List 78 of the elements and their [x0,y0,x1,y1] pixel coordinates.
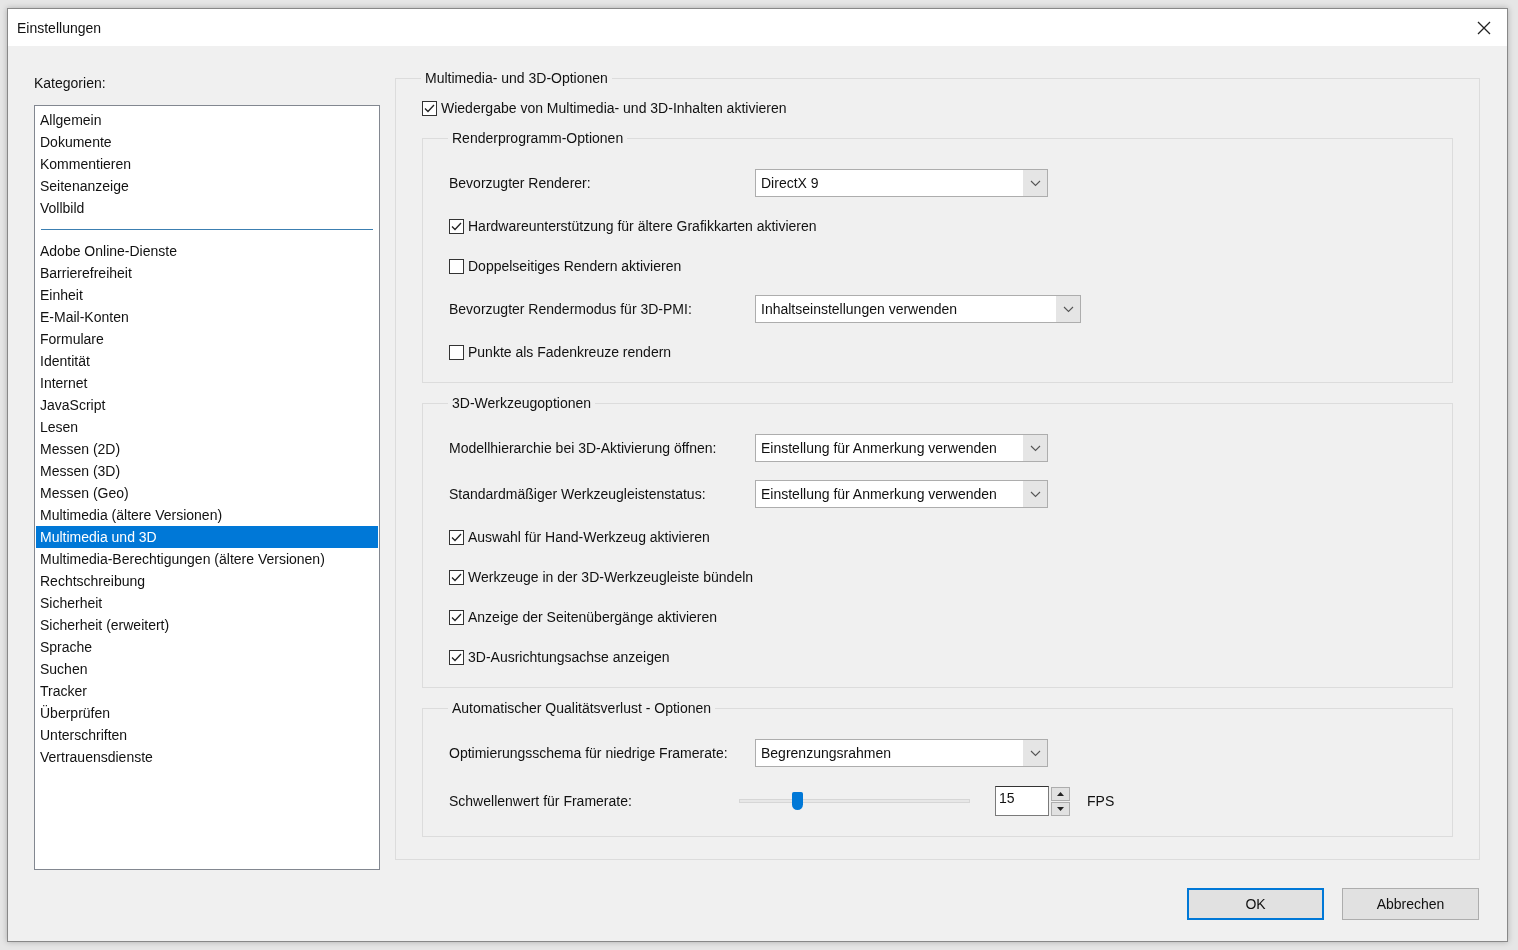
field-label: Modellhierarchie bei 3D-Aktivierung öffnen: [449,440,718,456]
category-item[interactable]: Rechtschreibung [36,570,378,592]
checkbox[interactable] [449,218,464,234]
chevron-down-icon [1062,305,1074,313]
category-item[interactable]: E-Mail-Konten [36,306,378,328]
category-item[interactable]: Tracker [36,680,378,702]
category-item[interactable]: Multimedia (ältere Versionen) [36,504,378,526]
category-item[interactable]: Adobe Online-Dienste [36,240,378,262]
field-label: Bevorzugter Rendermodus für 3D-PMI: [449,301,693,317]
category-item[interactable]: Formulare [36,328,378,350]
category-item[interactable]: Vertrauensdienste [36,746,378,768]
field-label: Optimierungsschema für niedrige Framerate: [449,745,729,761]
dropdown[interactable]: DirectX 9 [755,169,1048,197]
category-item[interactable]: Lesen [36,416,378,438]
chevron-down-icon [1029,490,1041,498]
ok-button[interactable]: OK [1187,888,1324,920]
category-item[interactable]: Identität [36,350,378,372]
dropdown[interactable]: Inhaltseinstellungen verwenden [755,295,1081,323]
checkbox[interactable] [449,344,464,360]
checkbox-label: Auswahl für Hand-Werkzeug aktivieren [468,529,710,545]
number-field[interactable]: 15 [995,786,1049,816]
categories-label: Kategorien: [34,74,107,93]
checkbox[interactable] [449,569,464,585]
field-label: Schwellenwert für Framerate: [449,793,633,809]
checkbox-label: 3D-Ausrichtungsachse anzeigen [468,649,670,665]
unit-label: FPS [1087,793,1115,809]
category-item[interactable]: Sicherheit [36,592,378,614]
checkbox[interactable] [449,609,464,625]
checkbox-label: Wiedergabe von Multimedia- und 3D-Inhalten aktivieren [441,100,787,116]
category-item[interactable]: Allgemein [36,109,378,131]
checkbox[interactable] [449,529,464,545]
category-item[interactable]: JavaScript [36,394,378,416]
category-item[interactable]: Überprüfen [36,702,378,724]
window-title: Einstellungen [17,19,102,36]
category-item[interactable]: Vollbild [36,197,378,219]
checkbox-label: Doppelseitiges Rendern aktivieren [468,258,682,274]
category-item[interactable]: Suchen [36,658,378,680]
checkbox-label: Anzeige der Seitenübergänge aktivieren [468,609,718,625]
category-item[interactable]: Sicherheit (erweitert) [36,614,378,636]
dropdown[interactable]: Einstellung für Anmerkung verwenden [755,434,1048,462]
category-item[interactable]: Unterschriften [36,724,378,746]
slider-track[interactable] [739,792,970,810]
section-title: Multimedia- und 3D-Optionen [424,70,609,86]
field-label: Bevorzugter Renderer: [449,175,592,191]
checkbox[interactable] [449,649,464,665]
category-item[interactable]: Multimedia und 3D [36,526,378,548]
checkbox[interactable] [422,100,437,116]
category-item[interactable]: Barrierefreiheit [36,262,378,284]
chevron-down-icon [1029,444,1041,452]
close-icon [1477,20,1491,35]
chevron-down-icon [1029,179,1041,187]
category-item[interactable]: Messen (2D) [36,438,378,460]
category-item[interactable]: Multimedia-Berechtigungen (ältere Versionen) [36,548,378,570]
checkbox-label: Werkzeuge in der 3D-Werkzeugleiste bündeln [468,569,754,585]
field-label: Standardmäßiger Werkzeugleistenstatus: [449,486,707,502]
spin-up-button[interactable] [1051,786,1070,801]
category-item[interactable]: Einheit [36,284,378,306]
spin-down-button[interactable] [1051,801,1070,816]
category-item[interactable]: Messen (Geo) [36,482,378,504]
group-title: Renderprogramm-Optionen [451,130,625,146]
triangle-up-icon [1057,791,1064,796]
checkbox-label: Hardwareunterstützung für ältere Grafikkarten aktivieren [468,218,817,234]
checkbox[interactable] [449,258,464,274]
slider-thumb[interactable] [791,792,803,810]
category-item[interactable]: Internet [36,372,378,394]
category-item[interactable]: Kommentieren [36,153,378,175]
dropdown[interactable]: Begrenzungsrahmen [755,739,1048,767]
category-item[interactable]: Messen (3D) [36,460,378,482]
triangle-down-icon [1057,806,1064,811]
category-item[interactable]: Dokumente [36,131,378,153]
dropdown[interactable]: Einstellung für Anmerkung verwenden [755,480,1048,508]
category-item[interactable]: Seitenanzeige [36,175,378,197]
chevron-down-icon [1029,749,1041,757]
category-item[interactable]: Sprache [36,636,378,658]
group-title: 3D-Werkzeugoptionen [451,395,593,411]
cancel-button[interactable]: Abbrechen [1342,888,1479,920]
group-title: Automatischer Qualitätsverlust - Optionen [451,700,713,716]
checkbox-label: Punkte als Fadenkreuze rendern [468,344,672,360]
